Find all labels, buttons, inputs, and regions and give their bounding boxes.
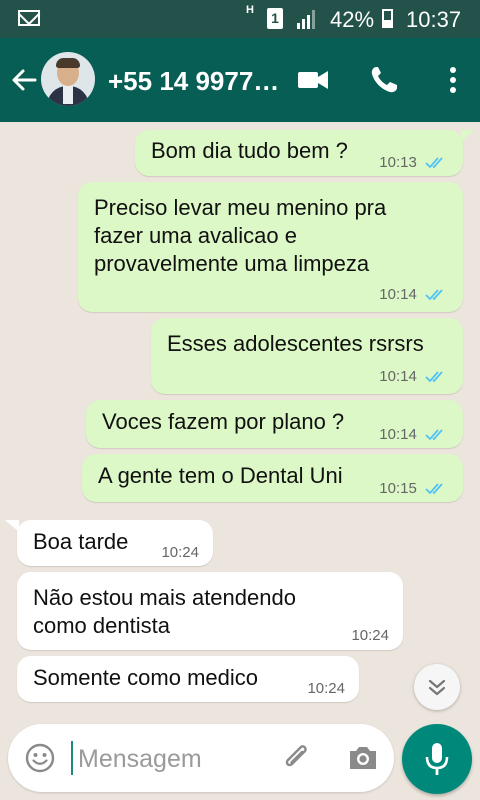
message-text: Esses adolescentes rsrsrs: [167, 331, 424, 356]
message-time: 10:14: [379, 368, 417, 385]
text-cursor: [71, 741, 73, 775]
network-type-label: H: [246, 4, 254, 16]
double-check-icon: [425, 371, 443, 383]
mic-button[interactable]: [402, 724, 472, 794]
message-text: Bom dia tudo bem ?: [151, 138, 348, 163]
sim-icon: 1: [267, 8, 283, 29]
contact-title[interactable]: +55 14 9977…: [108, 66, 283, 97]
message-time: 10:15: [379, 480, 417, 497]
scroll-to-bottom-button[interactable]: [414, 664, 460, 710]
emoji-icon[interactable]: [24, 742, 56, 774]
message-bubble-outgoing[interactable]: A gente tem o Dental Uni 10:15: [82, 454, 463, 502]
mail-icon: [18, 10, 40, 26]
double-check-icon: [425, 429, 443, 441]
chevrons-down-icon: [428, 679, 446, 696]
chat-area[interactable]: Bom dia tudo bem ? 10:13 Preciso levar m…: [0, 122, 480, 722]
message-text: Preciso levar meu menino pra fazer uma a…: [94, 195, 387, 276]
message-meta: 10:14: [379, 286, 449, 304]
message-text: Somente como medico: [33, 665, 258, 690]
message-meta: 10:15: [379, 480, 449, 498]
message-composer: [8, 724, 394, 792]
avatar-shirt: [63, 84, 73, 104]
status-bar: H 1 42% 10:37: [0, 0, 480, 38]
double-check-icon: [425, 289, 443, 301]
message-meta: 10:13: [379, 154, 449, 172]
double-check-icon: [425, 483, 443, 495]
message-bubble-incoming[interactable]: Boa tarde 10:24: [17, 520, 213, 566]
message-bubble-outgoing[interactable]: Esses adolescentes rsrsrs 10:14: [151, 318, 463, 394]
message-time: 10:14: [379, 286, 417, 303]
mic-icon: [425, 743, 449, 775]
message-text: A gente tem o Dental Uni: [98, 463, 343, 488]
more-options-icon[interactable]: [436, 64, 470, 96]
message-text: Voces fazem por plano ?: [102, 409, 345, 434]
message-time: 10:24: [307, 680, 345, 697]
message-time: 10:13: [379, 154, 417, 171]
message-meta: 10:14: [379, 368, 449, 386]
message-text: Não estou mais atendendo como dentista: [33, 585, 296, 638]
bubble-tail: [461, 130, 475, 142]
battery-percent: 42%: [330, 7, 375, 32]
phone-icon[interactable]: [368, 64, 402, 96]
message-meta: 10:24: [161, 544, 199, 562]
message-bubble-outgoing[interactable]: Bom dia tudo bem ? 10:13: [135, 130, 463, 176]
attach-icon[interactable]: [280, 740, 314, 776]
message-text: Boa tarde: [33, 529, 129, 554]
video-call-icon[interactable]: [296, 64, 330, 96]
back-arrow-icon[interactable]: [10, 66, 38, 94]
message-bubble-outgoing[interactable]: Preciso levar meu menino pra fazer uma a…: [78, 182, 463, 312]
battery-icon: [382, 9, 393, 28]
chat-header: +55 14 9977…: [0, 38, 480, 122]
message-bubble-outgoing[interactable]: Voces fazem por plano ? 10:14: [86, 400, 463, 448]
signal-icon: [297, 10, 315, 29]
message-meta: 10:14: [379, 426, 449, 444]
avatar[interactable]: [41, 52, 95, 106]
message-bubble-incoming[interactable]: Não estou mais atendendo como dentista 1…: [17, 572, 403, 650]
message-time: 10:24: [161, 544, 199, 561]
clock: 10:37: [406, 7, 462, 32]
camera-icon[interactable]: [346, 742, 380, 774]
message-time: 10:24: [351, 627, 389, 644]
avatar-hair: [56, 58, 80, 68]
message-input[interactable]: [76, 740, 270, 778]
message-time: 10:14: [379, 426, 417, 443]
message-bubble-incoming[interactable]: Somente como medico 10:24: [17, 656, 359, 702]
message-meta: 10:24: [351, 627, 389, 645]
message-meta: 10:24: [307, 680, 345, 698]
double-check-icon: [425, 157, 443, 169]
